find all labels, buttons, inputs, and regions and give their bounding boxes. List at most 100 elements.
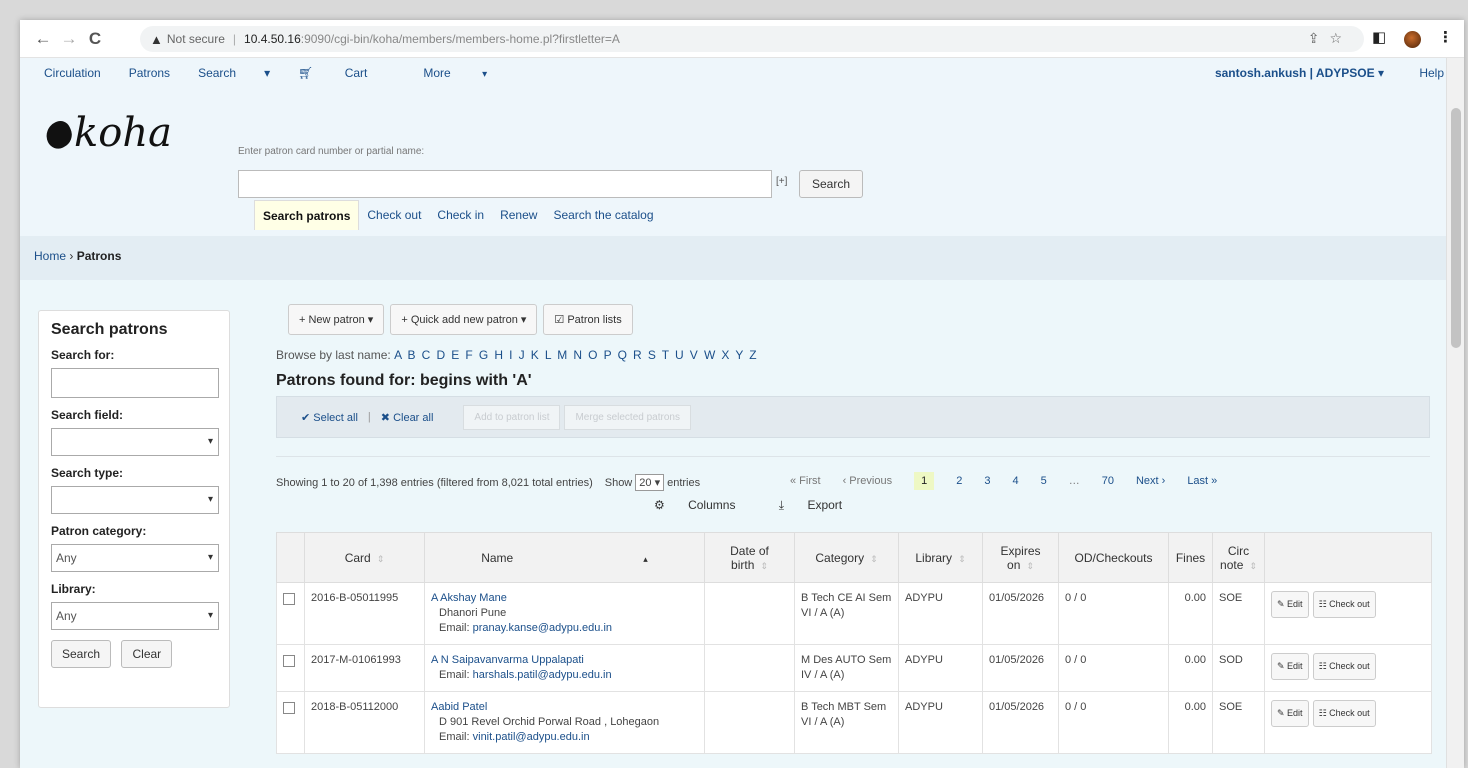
library-header[interactable]: Library ⇕ (898, 532, 983, 583)
patron-name[interactable]: A Akshay Mane (431, 592, 507, 604)
page-next[interactable]: Next › (1136, 475, 1165, 487)
tab-search-catalog[interactable]: Search the catalog (545, 200, 661, 230)
tab-renew[interactable]: Renew (492, 200, 545, 230)
table-tools: ⚙ Columns ⤓ Export (654, 498, 882, 513)
new-patron-button[interactable]: + New patron ▾ (288, 304, 385, 335)
columns-button[interactable]: ⚙ Columns (654, 498, 755, 512)
help-link[interactable]: Help (1419, 66, 1444, 80)
nav-more[interactable]: More ▾ (423, 66, 515, 80)
nav-search-dropdown[interactable]: ▾ (264, 66, 270, 80)
row-checkbox[interactable] (283, 593, 295, 605)
dob-header[interactable]: Date of birth ⇕ (704, 532, 795, 583)
card-header[interactable]: Card ⇕ (304, 532, 425, 583)
search-type-select[interactable]: ▾ (51, 486, 219, 514)
browse-letters[interactable]: A B C D E F G H I J K L M N O P Q R S T … (394, 348, 758, 362)
page-number[interactable]: 3 (984, 475, 990, 487)
nav-search[interactable]: Search (198, 66, 236, 80)
breadcrumb-home[interactable]: Home (34, 249, 66, 263)
patron-lists-button[interactable]: ☑ Patron lists (543, 304, 633, 335)
reload-icon[interactable]: C (82, 29, 108, 49)
search-field-select[interactable]: ▾ (51, 428, 219, 456)
edit-button[interactable]: ✎ Edit (1271, 653, 1309, 680)
forward-arrow-icon[interactable]: → (56, 29, 82, 49)
chevron-down-icon: ▾ (207, 436, 213, 447)
kebab-menu-icon[interactable]: ⋮ (1438, 28, 1453, 46)
checkout-button[interactable]: ☷ Check out (1312, 591, 1376, 618)
card-number[interactable]: 2017-M-01061993 (304, 644, 425, 692)
edit-button[interactable]: ✎ Edit (1271, 591, 1309, 618)
page-current[interactable]: 1 (914, 472, 935, 490)
tab-check-in[interactable]: Check in (429, 200, 492, 230)
page-number[interactable]: 4 (1012, 475, 1018, 487)
close-icon: ✖ (380, 411, 394, 424)
library-cell: ADYPU (898, 582, 983, 645)
page-number[interactable]: 2 (956, 475, 962, 487)
sidebar-clear-button[interactable]: Clear (121, 640, 173, 668)
export-button[interactable]: ⤓ Export (779, 498, 862, 512)
library-cell: ADYPU (898, 644, 983, 692)
entries-per-page-select[interactable]: 20 ▾ (635, 474, 665, 491)
fines-cell[interactable]: 0.00 (1168, 582, 1213, 645)
row-checkbox[interactable] (283, 702, 295, 714)
table-row: 2016-B-05011995 A Akshay Mane Dhanori Pun… (276, 582, 1432, 645)
patron-email[interactable]: vinit.patil@adypu.edu.in (473, 731, 590, 743)
fines-cell[interactable]: 0.00 (1168, 691, 1213, 754)
address-bar[interactable]: ▲ Not secure | 10.4.50.16 :9090/cgi-bin/… (140, 26, 1364, 52)
logged-in-user[interactable]: santosh.ankush (1215, 66, 1306, 80)
sidebar-search-button[interactable]: Search (51, 640, 112, 668)
sidepanel-icon[interactable]: ◧ (1372, 28, 1386, 46)
advanced-search-toggle[interactable]: [+] (776, 176, 787, 187)
url-host: 10.4.50.16 (244, 32, 301, 46)
header-search-button[interactable]: Search (799, 170, 863, 198)
tab-check-out[interactable]: Check out (359, 200, 429, 230)
koha-logo[interactable]: koha (41, 110, 172, 156)
table-row: 2018-B-05112000 Aabid Patel D 901 Revel O… (276, 691, 1432, 754)
page-last[interactable]: Last » (1187, 475, 1217, 487)
category-cell: B Tech MBT Sem VI / A (A) (794, 691, 899, 754)
search-patrons-panel: Search patrons Search for: Search field:… (38, 310, 230, 708)
profile-avatar[interactable] (1404, 31, 1421, 48)
edit-button[interactable]: ✎ Edit (1271, 700, 1309, 727)
search-type-label: Search type: (51, 466, 124, 480)
tab-search-patrons[interactable]: Search patrons (254, 200, 360, 230)
circ-note-header[interactable]: Circ note ⇕ (1212, 532, 1265, 583)
page-number[interactable]: 5 (1041, 475, 1047, 487)
nav-cart[interactable]: 🛒︎ Cart (298, 66, 395, 80)
expires-header[interactable]: Expires on ⇕ (982, 532, 1059, 583)
search-for-input[interactable] (51, 368, 219, 398)
share-star-icons[interactable]: ⇪☆ (1308, 30, 1352, 47)
patron-search-input[interactable] (238, 170, 772, 198)
library-select[interactable]: Any ▾ (51, 602, 219, 630)
header-search-tabs: Search patrons Check out Check in Renew … (254, 200, 662, 230)
category-header[interactable]: Category ⇕ (794, 532, 899, 583)
page-previous[interactable]: ‹ Previous (843, 475, 893, 487)
page-scrollbar[interactable] (1446, 58, 1464, 768)
nav-patrons[interactable]: Patrons (129, 66, 170, 80)
patron-name-cell: A Akshay Mane Dhanori Pune Email: pranay.k… (424, 582, 705, 645)
add-to-list-button[interactable]: Add to patron list (463, 404, 561, 430)
back-arrow-icon[interactable]: ← (30, 29, 56, 49)
merge-patrons-button[interactable]: Merge selected patrons (564, 404, 691, 430)
checkout-button[interactable]: ☷ Check out (1312, 700, 1376, 727)
nav-circulation[interactable]: Circulation (44, 66, 101, 80)
branch-selector[interactable]: ADYPSOE (1316, 66, 1375, 80)
page-first[interactable]: « First (790, 475, 821, 487)
breadcrumb: Home › Patrons (20, 236, 1446, 280)
name-header[interactable]: Name ▴ (424, 532, 705, 583)
cart-label: Cart (344, 66, 368, 80)
patron-email[interactable]: harshals.patil@adypu.edu.in (473, 669, 612, 681)
select-all-link[interactable]: ✔ Select all (301, 411, 358, 424)
checkout-button[interactable]: ☷ Check out (1312, 653, 1376, 680)
patron-category-select[interactable]: Any ▾ (51, 544, 219, 572)
row-checkbox[interactable] (283, 655, 295, 667)
quick-add-patron-button[interactable]: + Quick add new patron ▾ (390, 304, 538, 335)
card-number[interactable]: 2016-B-05011995 (304, 582, 425, 645)
fines-cell[interactable]: 0.00 (1168, 644, 1213, 692)
scrollbar-thumb[interactable] (1451, 108, 1461, 348)
page-number[interactable]: 70 (1102, 475, 1114, 487)
patron-name[interactable]: A N Saipavanvarma Uppalapati (431, 654, 584, 666)
card-number[interactable]: 2018-B-05112000 (304, 691, 425, 754)
clear-all-link[interactable]: ✖ Clear all (381, 411, 434, 424)
patron-name[interactable]: Aabid Patel (431, 701, 487, 713)
patron-email[interactable]: pranay.kanse@adypu.edu.in (473, 622, 612, 634)
